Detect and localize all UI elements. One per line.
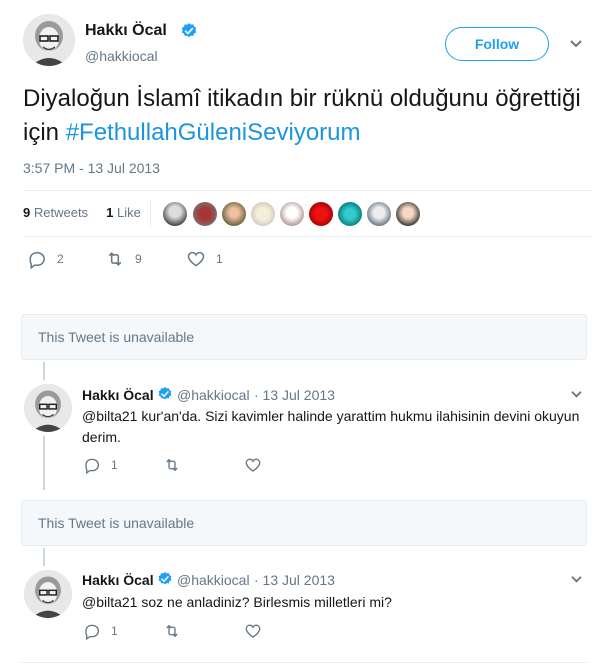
author-name[interactable]: Hakkı Öcal xyxy=(85,22,167,40)
unavailable-tweet: This Tweet is unavailable xyxy=(21,500,587,546)
chevron-down-icon[interactable] xyxy=(570,575,583,584)
engager-avatar[interactable] xyxy=(396,202,420,226)
engager-avatar[interactable] xyxy=(222,202,246,226)
chevron-down-icon[interactable] xyxy=(570,390,583,399)
verified-badge-icon xyxy=(158,387,172,400)
thread-line xyxy=(43,362,45,380)
author-handle[interactable]: @hakkiocal xyxy=(177,387,250,403)
stats-divider xyxy=(150,200,151,226)
unavailable-tweet: This Tweet is unavailable xyxy=(21,314,587,360)
tweet-text: Diyaloğun İslamî itikadın bir rüknü oldu… xyxy=(23,82,598,150)
like-action[interactable] xyxy=(244,456,262,474)
reply-icon xyxy=(29,252,45,269)
reply-icon xyxy=(85,624,100,640)
like-count: 1 xyxy=(216,252,223,266)
follow-button[interactable]: Follow xyxy=(445,27,549,61)
avatar[interactable] xyxy=(23,14,75,66)
retweet-action[interactable] xyxy=(163,622,181,640)
divider xyxy=(21,662,587,663)
like-action[interactable] xyxy=(244,622,262,640)
heart-icon xyxy=(245,624,261,638)
retweets-stat[interactable]: 9 Retweets xyxy=(23,205,88,220)
verified-badge-icon xyxy=(158,572,172,585)
reply-date[interactable]: · 13 Jul 2013 xyxy=(254,572,335,588)
thread-line xyxy=(43,436,45,490)
avatar-portrait xyxy=(23,14,75,66)
avatar-portrait xyxy=(24,570,72,618)
retweet-action[interactable] xyxy=(163,456,181,474)
engager-avatar[interactable] xyxy=(367,202,391,226)
author-name[interactable]: Hakkı Öcal xyxy=(82,387,154,403)
reply-count: 1 xyxy=(111,458,118,472)
hashtag-link[interactable]: #FethullahGüleniSeviyorum xyxy=(66,119,361,146)
retweet-icon xyxy=(166,624,178,638)
reply-date[interactable]: · 13 Jul 2013 xyxy=(254,387,335,403)
engager-avatar[interactable] xyxy=(163,202,187,226)
reply-action[interactable]: 2 xyxy=(27,249,64,269)
retweets-count: 9 xyxy=(23,205,31,220)
reply-action[interactable]: 1 xyxy=(83,456,118,474)
reply-action[interactable]: 1 xyxy=(83,622,118,640)
tweet-stats: 9 Retweets 1 Like xyxy=(23,205,141,220)
heart-icon xyxy=(187,251,205,267)
divider xyxy=(23,190,593,191)
tweet-timestamp[interactable]: 3:57 PM - 13 Jul 2013 xyxy=(23,160,160,176)
reply-text: @bilta21 soz ne anladiniz? Birlesmis mil… xyxy=(82,594,392,610)
like-action[interactable]: 1 xyxy=(186,249,223,269)
avatar[interactable] xyxy=(24,384,72,432)
retweet-icon xyxy=(166,458,178,472)
engager-avatar[interactable] xyxy=(309,202,333,226)
avatar-portrait xyxy=(24,384,72,432)
likes-count: 1 xyxy=(106,205,114,220)
author-name[interactable]: Hakkı Öcal xyxy=(82,572,154,588)
divider xyxy=(23,236,593,237)
engager-avatar[interactable] xyxy=(251,202,275,226)
retweet-icon xyxy=(108,252,122,266)
retweet-count: 9 xyxy=(135,252,142,266)
thread-line xyxy=(43,548,45,566)
retweets-label: Retweets xyxy=(33,205,89,220)
avatar[interactable] xyxy=(24,570,72,618)
engager-avatar[interactable] xyxy=(280,202,304,226)
verified-badge-icon xyxy=(181,23,197,38)
reply-text: @bilta21 kur'an'da. Sizi kavimler halind… xyxy=(82,408,580,445)
author-handle[interactable]: @hakkiocal xyxy=(177,572,250,588)
likes-stat[interactable]: 1 Like xyxy=(106,205,141,220)
reply-count: 1 xyxy=(111,624,118,638)
author-handle[interactable]: @hakkiocal xyxy=(85,48,158,64)
likes-label: Like xyxy=(116,205,141,220)
reply-count: 2 xyxy=(57,252,64,266)
engager-avatar[interactable] xyxy=(338,202,362,226)
reply-icon xyxy=(85,458,100,474)
heart-icon xyxy=(245,458,261,472)
chevron-down-icon[interactable] xyxy=(569,39,583,49)
engager-avatar[interactable] xyxy=(193,202,217,226)
retweet-action[interactable]: 9 xyxy=(105,249,142,269)
